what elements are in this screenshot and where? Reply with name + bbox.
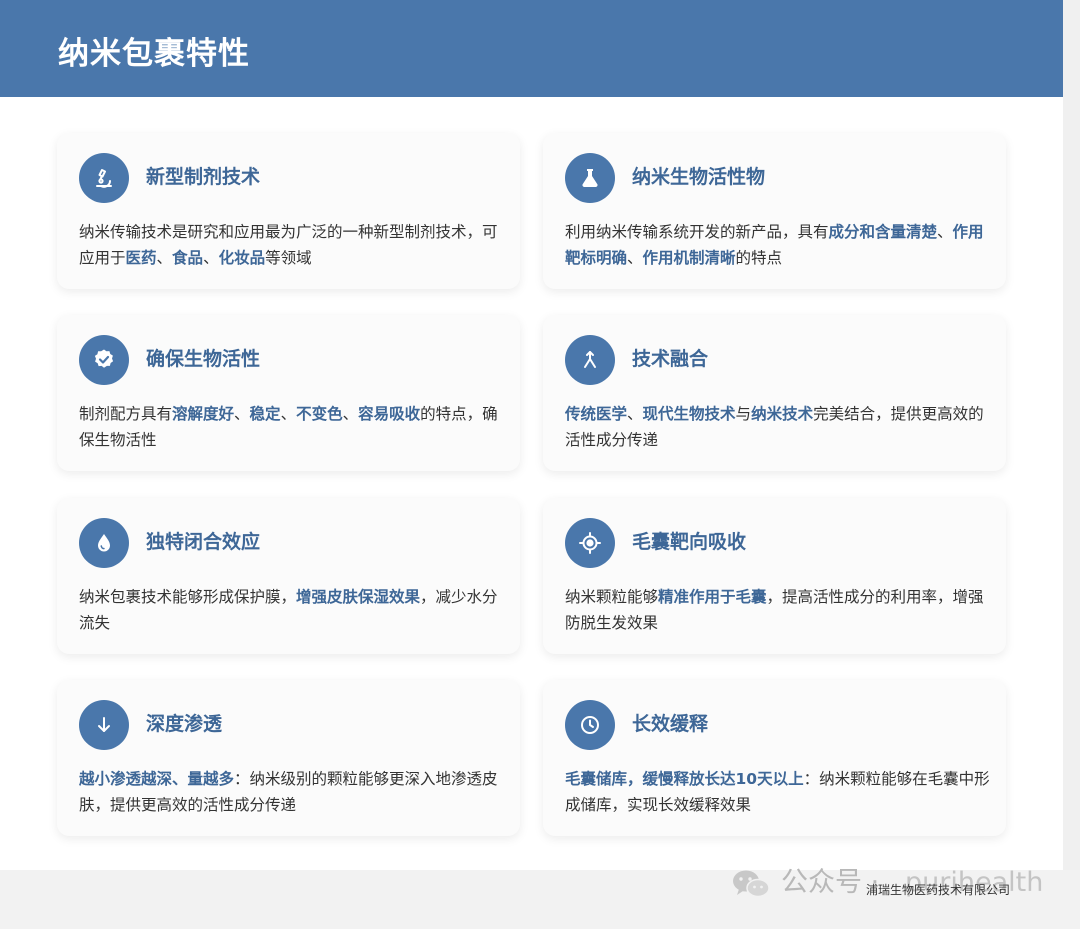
highlight-text: 毛囊储库，缓慢释放长达10天以上 bbox=[565, 770, 804, 788]
card-title: 深度渗透 bbox=[146, 713, 223, 735]
feature-card: 深度渗透 越小渗透越深、量越多：纳米级别的颗粒能够更深入地渗透皮肤，提供更高效的… bbox=[57, 680, 520, 836]
highlight-text: 稳定 bbox=[249, 405, 281, 423]
card-title: 毛囊靶向吸收 bbox=[632, 531, 747, 553]
body-text: 、 bbox=[627, 405, 643, 423]
body-text: 利用纳米传输系统开发的新产品，具有 bbox=[565, 223, 829, 241]
target-icon bbox=[565, 518, 615, 568]
highlight-text: 增强皮肤保湿效果 bbox=[296, 588, 421, 606]
body-text: 的特点 bbox=[735, 249, 783, 267]
card-title: 技术融合 bbox=[632, 348, 709, 370]
merge-icon bbox=[565, 335, 615, 385]
water-drop-icon bbox=[79, 518, 129, 568]
body-text: 与 bbox=[735, 405, 752, 423]
card-description: 利用纳米传输系统开发的新产品，具有成分和含量清楚、作用靶标明确、作用机制清晰的特… bbox=[565, 219, 990, 271]
flask-icon bbox=[565, 153, 615, 203]
feature-card: 独特闭合效应 纳米包裹技术能够形成保护膜，增强皮肤保湿效果，减少水分流失 bbox=[57, 498, 520, 654]
body-text: 制剂配方具有 bbox=[79, 405, 173, 423]
right-edge-strip bbox=[1063, 0, 1080, 870]
highlight-text: 纳米技术 bbox=[751, 405, 814, 423]
highlight-text: 传统医学 bbox=[565, 405, 628, 423]
body-text: 、 bbox=[342, 405, 359, 423]
feature-card: 长效缓释 毛囊储库，缓慢释放长达10天以上：纳米颗粒能够在毛囊中形成储库，实现长… bbox=[543, 680, 1006, 836]
highlight-text: 不变色 bbox=[296, 405, 343, 423]
company-name: 浦瑞生物医药技术有限公司 bbox=[866, 883, 1011, 897]
body-text: 、 bbox=[234, 405, 250, 423]
arrow-down-icon bbox=[79, 700, 129, 750]
card-title: 确保生物活性 bbox=[146, 348, 261, 370]
highlight-text: 食品 bbox=[172, 249, 204, 267]
body-text: 等领域 bbox=[265, 249, 312, 267]
body-text: 、 bbox=[156, 249, 173, 267]
page-header: 纳米包裹特性 bbox=[0, 0, 1063, 97]
wechat-logo-icon bbox=[730, 866, 772, 902]
card-title: 独特闭合效应 bbox=[146, 531, 261, 553]
highlight-text: 医药 bbox=[125, 249, 157, 267]
microscope-icon bbox=[79, 153, 129, 203]
verified-badge-icon bbox=[79, 335, 129, 385]
feature-card: 新型制剂技术 纳米传输技术是研究和应用最为广泛的一种新型制剂技术，可应用于医药、… bbox=[57, 133, 520, 289]
card-description: 传统医学、现代生物技术与纳米技术完美结合，提供更高效的活性成分传递 bbox=[565, 401, 990, 453]
clock-icon bbox=[565, 700, 615, 750]
card-title: 长效缓释 bbox=[632, 713, 709, 735]
body-text: 、 bbox=[280, 405, 297, 423]
feature-card: 纳米生物活性物 利用纳米传输系统开发的新产品，具有成分和含量清楚、作用靶标明确、… bbox=[543, 133, 1006, 289]
highlight-text: 成分和含量清楚 bbox=[828, 223, 938, 241]
feature-card: 确保生物活性 制剂配方具有溶解度好、稳定、不变色、容易吸收的特点，确保生物活性 bbox=[57, 315, 520, 471]
feature-card: 技术融合 传统医学、现代生物技术与纳米技术完美结合，提供更高效的活性成分传递 bbox=[543, 315, 1006, 471]
card-description: 毛囊储库，缓慢释放长达10天以上：纳米颗粒能够在毛囊中形成储库，实现长效缓释效果 bbox=[565, 766, 990, 818]
body-text: 纳米包裹技术能够形成保护膜， bbox=[79, 588, 297, 606]
card-description: 越小渗透越深、量越多：纳米级别的颗粒能够更深入地渗透皮肤，提供更高效的活性成分传… bbox=[79, 766, 504, 818]
highlight-text: 化妆品 bbox=[218, 249, 266, 267]
highlight-text: 作用机制清晰 bbox=[642, 249, 736, 267]
body-text: 纳米颗粒能够 bbox=[565, 588, 659, 606]
card-description: 纳米包裹技术能够形成保护膜，增强皮肤保湿效果，减少水分流失 bbox=[79, 584, 504, 636]
body-text: 、 bbox=[937, 223, 953, 241]
body-text: 、 bbox=[203, 249, 219, 267]
highlight-text: 精准作用于毛囊 bbox=[658, 588, 767, 606]
card-description: 制剂配方具有溶解度好、稳定、不变色、容易吸收的特点，确保生物活性 bbox=[79, 401, 504, 453]
watermark-label: 公众号 · bbox=[781, 867, 880, 898]
card-title: 新型制剂技术 bbox=[146, 166, 261, 188]
highlight-text: 溶解度好 bbox=[172, 405, 235, 423]
card-description: 纳米传输技术是研究和应用最为广泛的一种新型制剂技术，可应用于医药、食品、化妆品等… bbox=[79, 219, 504, 271]
body-text: 、 bbox=[627, 249, 643, 267]
card-description: 纳米颗粒能够精准作用于毛囊，提高活性成分的利用率，增强防脱生发效果 bbox=[565, 584, 990, 636]
card-title: 纳米生物活性物 bbox=[632, 166, 766, 188]
feature-card: 毛囊靶向吸收 纳米颗粒能够精准作用于毛囊，提高活性成分的利用率，增强防脱生发效果 bbox=[543, 498, 1006, 654]
highlight-text: 现代生物技术 bbox=[642, 405, 736, 423]
highlight-text: 越小渗透越深、量越多 bbox=[79, 770, 235, 788]
highlight-text: 容易吸收 bbox=[358, 405, 421, 423]
page-title: 纳米包裹特性 bbox=[58, 36, 250, 72]
